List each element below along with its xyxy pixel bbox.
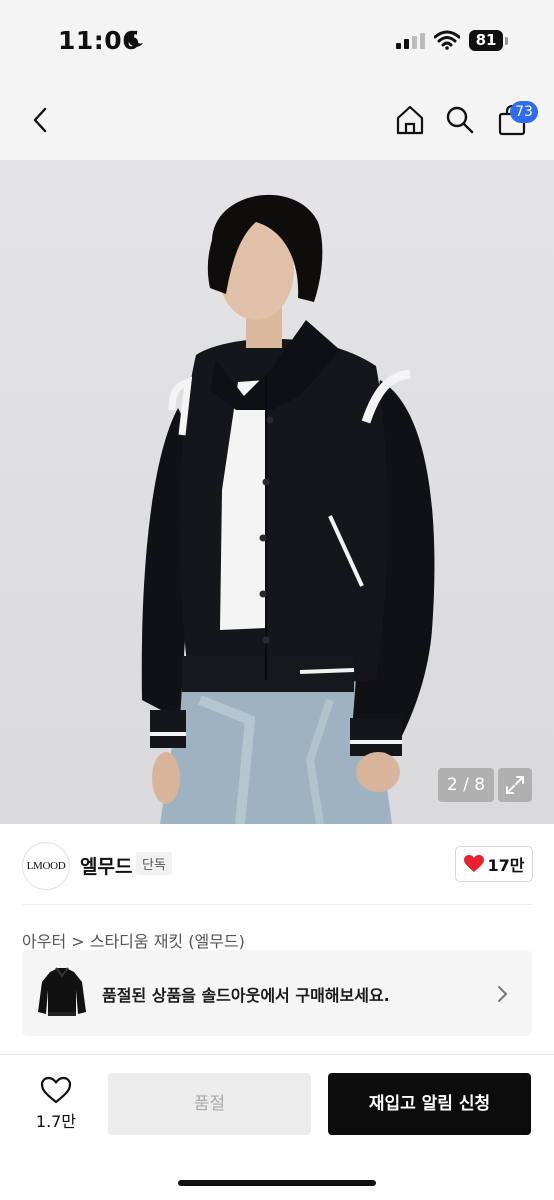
- wishlist-count: 1.7만: [35, 1112, 77, 1131]
- brand-like-button[interactable]: 17만: [455, 846, 533, 882]
- restock-alert-button[interactable]: 재입고 알림 신청: [328, 1073, 531, 1135]
- expand-icon: [506, 776, 524, 794]
- search-icon: [446, 106, 474, 134]
- heart-outline-icon: [40, 1076, 72, 1104]
- home-button[interactable]: [390, 100, 430, 140]
- model-wearing-jacket-image: [141, 194, 435, 824]
- brand-name[interactable]: 엘무드: [80, 852, 132, 879]
- category-breadcrumb[interactable]: 아우터 > 스타디움 재킷 (엘무드): [22, 928, 245, 952]
- home-indicator: [178, 1180, 376, 1186]
- exclusive-badge: 단독: [136, 852, 172, 875]
- wifi-icon: [434, 30, 460, 50]
- brand-logo[interactable]: LMOOD: [22, 842, 70, 890]
- cart-count-badge: 73: [510, 101, 538, 123]
- fullscreen-button[interactable]: [498, 768, 532, 802]
- battery-tip: [505, 37, 508, 45]
- soldout-button: 품절: [108, 1073, 311, 1135]
- brand-like-count: 17만: [487, 856, 525, 875]
- bottom-bar-separator: [0, 1054, 554, 1055]
- gallery-page-indicator: 2 / 8: [438, 768, 494, 802]
- jacket-thumbnail-image: [38, 967, 86, 1016]
- battery-level: 81: [469, 30, 503, 51]
- product-image[interactable]: [0, 160, 554, 824]
- search-button[interactable]: [440, 100, 480, 140]
- heart-filled-icon: [463, 855, 484, 872]
- chevron-left-icon: [33, 107, 47, 133]
- divider: [22, 904, 532, 905]
- back-button[interactable]: [20, 100, 60, 140]
- cellular-signal-icon: [396, 33, 425, 49]
- soldout-banner-text: 품절된 상품을 솔드아웃에서 구매해보세요.: [102, 986, 390, 1005]
- home-icon: [396, 105, 424, 135]
- chevron-right-icon: [498, 986, 508, 1002]
- moon-icon: [128, 30, 143, 47]
